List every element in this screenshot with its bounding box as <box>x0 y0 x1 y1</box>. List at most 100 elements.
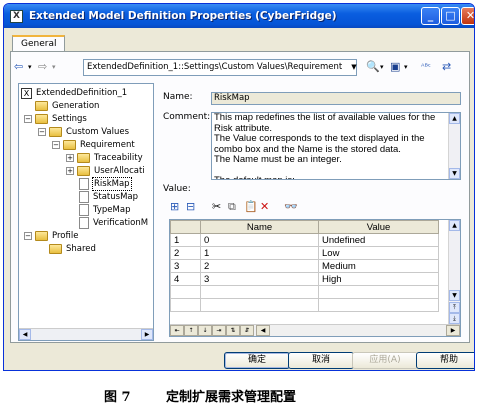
name-cell[interactable]: 0 <box>200 233 319 247</box>
move-bottom-icon[interactable]: ⤓ <box>449 313 460 324</box>
grid-navigation-bar: ⇤ ↑ ↓ ⇥ ⇅ ⇵ ◀ ▶ <box>170 324 460 336</box>
title-bar[interactable]: X Extended Model Definition Properties (… <box>4 4 474 28</box>
tree-node-generation[interactable]: Generation <box>35 100 100 112</box>
tree-node-label: StatusMap <box>93 192 139 202</box>
collapse-toggle[interactable]: − <box>24 232 32 240</box>
tree-node-settings[interactable]: − Settings <box>24 113 88 125</box>
paste-icon[interactable]: 📋 <box>244 199 258 215</box>
scroll-up-icon[interactable]: ▲ <box>449 113 460 124</box>
tree-node-profile[interactable]: − Profile <box>24 230 79 242</box>
tree-node-shared[interactable]: Shared <box>49 243 97 255</box>
grid-header-index <box>170 220 201 234</box>
add-row-icon[interactable]: ⊟ <box>186 199 195 215</box>
name-cell[interactable]: 3 <box>200 272 319 286</box>
insert-row-icon[interactable]: ⊞ <box>170 199 179 215</box>
name-field[interactable]: RiskMap <box>211 92 461 105</box>
minimize-button[interactable]: _ <box>421 7 440 25</box>
collapse-toggle[interactable]: − <box>52 141 60 149</box>
cut-icon[interactable]: ✂ <box>212 199 221 215</box>
move-last-icon[interactable]: ⇥ <box>212 325 226 336</box>
back-dropdown-icon[interactable]: ▾ <box>28 59 32 75</box>
tree-node-custom-values[interactable]: − Custom Values <box>38 126 130 138</box>
table-row[interactable] <box>170 298 439 312</box>
forward-dropdown-icon[interactable]: ▾ <box>52 59 56 75</box>
tree-node-typemap[interactable]: TypeMap <box>79 204 131 216</box>
value-grid[interactable]: Name Value 1 0 Undefined 2 1 Low 3 2 Med… <box>169 219 461 337</box>
table-row[interactable]: 1 0 Undefined <box>170 233 439 247</box>
comment-label: Comment: <box>163 112 211 122</box>
value-cell[interactable]: High <box>318 272 439 286</box>
copy-icon[interactable]: ⧉ <box>228 199 236 215</box>
value-cell[interactable]: Undefined <box>318 233 439 247</box>
close-button[interactable]: ✕ <box>461 7 474 25</box>
name-cell[interactable]: 1 <box>200 246 319 260</box>
move-top-icon[interactable]: ⤒ <box>449 302 460 313</box>
name-cell[interactable]: 2 <box>200 259 319 273</box>
folder-icon <box>35 114 48 124</box>
path-dropdown-icon[interactable]: ▼ <box>349 59 359 76</box>
expand-toggle[interactable]: + <box>66 167 74 175</box>
spellcheck-icon[interactable]: ᴬᴮᶜ <box>421 59 431 75</box>
grid-vertical-scrollbar[interactable]: ▲ ▼ ⤒ ⤓ <box>448 220 460 325</box>
table-row[interactable]: 2 1 Low <box>170 246 439 260</box>
maximize-button[interactable]: □ <box>441 7 460 25</box>
convert-icon[interactable]: ⇄ <box>442 59 451 75</box>
tree-node-requirement[interactable]: − Requirement <box>52 139 136 151</box>
value-cell[interactable] <box>318 298 439 312</box>
back-arrow-icon[interactable]: ⇦ <box>14 59 23 75</box>
path-combo[interactable]: ExtendedDefinition_1::Settings\Custom Va… <box>83 59 357 76</box>
tree-node-userallocation[interactable]: + UserAllocati <box>66 165 146 177</box>
sort-icon[interactable]: ⇅ <box>226 325 240 336</box>
move-first-icon[interactable]: ⇤ <box>170 325 184 336</box>
value-cell[interactable] <box>318 285 439 299</box>
filter-icon[interactable]: ⇵ <box>240 325 254 336</box>
scroll-down-icon[interactable]: ▼ <box>449 168 460 179</box>
table-row[interactable] <box>170 285 439 299</box>
folder-icon <box>63 140 76 150</box>
grid-header-value[interactable]: Value <box>318 220 439 234</box>
tree-node-riskmap[interactable]: RiskMap <box>79 177 132 191</box>
value-label: Value: <box>163 184 191 194</box>
scroll-left-icon[interactable]: ◀ <box>19 329 31 340</box>
grid-header-name[interactable]: Name <box>200 220 319 234</box>
tree-node-verificationmap[interactable]: VerificationM <box>79 217 149 229</box>
value-cell[interactable]: Low <box>318 246 439 260</box>
scroll-up-icon[interactable]: ▲ <box>449 220 460 231</box>
tree-node-traceability[interactable]: + Traceability <box>66 152 144 164</box>
move-up-icon[interactable]: ↑ <box>184 325 198 336</box>
comment-textarea[interactable]: This map redefines the list of available… <box>211 112 461 180</box>
scroll-right-icon[interactable]: ▶ <box>446 325 460 336</box>
help-button[interactable]: 帮助 <box>416 352 474 369</box>
forward-arrow-icon[interactable]: ⇨ <box>38 59 47 75</box>
scroll-left-icon[interactable]: ◀ <box>256 325 270 336</box>
name-cell[interactable] <box>200 298 319 312</box>
collapse-toggle[interactable]: − <box>38 128 46 136</box>
tree-horizontal-scrollbar[interactable]: ◀ ▶ <box>19 328 153 340</box>
tab-general[interactable]: General <box>12 35 66 51</box>
table-row[interactable]: 4 3 High <box>170 272 439 286</box>
save-icon[interactable]: ▣ <box>390 59 400 75</box>
row-index: 2 <box>170 246 201 260</box>
ok-button[interactable]: 确定 <box>224 352 290 369</box>
delete-icon[interactable]: ✕ <box>260 199 269 215</box>
tree-node-statusmap[interactable]: StatusMap <box>79 191 139 203</box>
comment-vertical-scrollbar[interactable]: ▲ ▼ <box>448 113 460 179</box>
table-row[interactable]: 3 2 Medium <box>170 259 439 273</box>
find-in-grid-icon[interactable]: 👓 <box>284 199 298 215</box>
row-index: 1 <box>170 233 201 247</box>
definition-tree[interactable]: X ExtendedDefinition_1 Generation − Sett… <box>18 83 154 341</box>
cancel-button[interactable]: 取消 <box>288 352 354 369</box>
expand-toggle[interactable]: + <box>66 154 74 162</box>
scroll-right-icon[interactable]: ▶ <box>141 329 153 340</box>
scroll-down-icon[interactable]: ▼ <box>449 290 460 301</box>
collapse-toggle[interactable]: − <box>24 115 32 123</box>
find-icon[interactable]: 🔍 <box>366 59 380 75</box>
value-cell[interactable]: Medium <box>318 259 439 273</box>
apply-button[interactable]: 应用(A) <box>352 352 418 369</box>
move-down-icon[interactable]: ↓ <box>198 325 212 336</box>
tree-node-root[interactable]: X ExtendedDefinition_1 <box>21 87 128 99</box>
save-dropdown-icon[interactable]: ▾ <box>404 59 408 75</box>
name-cell[interactable] <box>200 285 319 299</box>
find-dropdown-icon[interactable]: ▾ <box>380 59 384 75</box>
tree-node-label: Settings <box>52 114 87 124</box>
